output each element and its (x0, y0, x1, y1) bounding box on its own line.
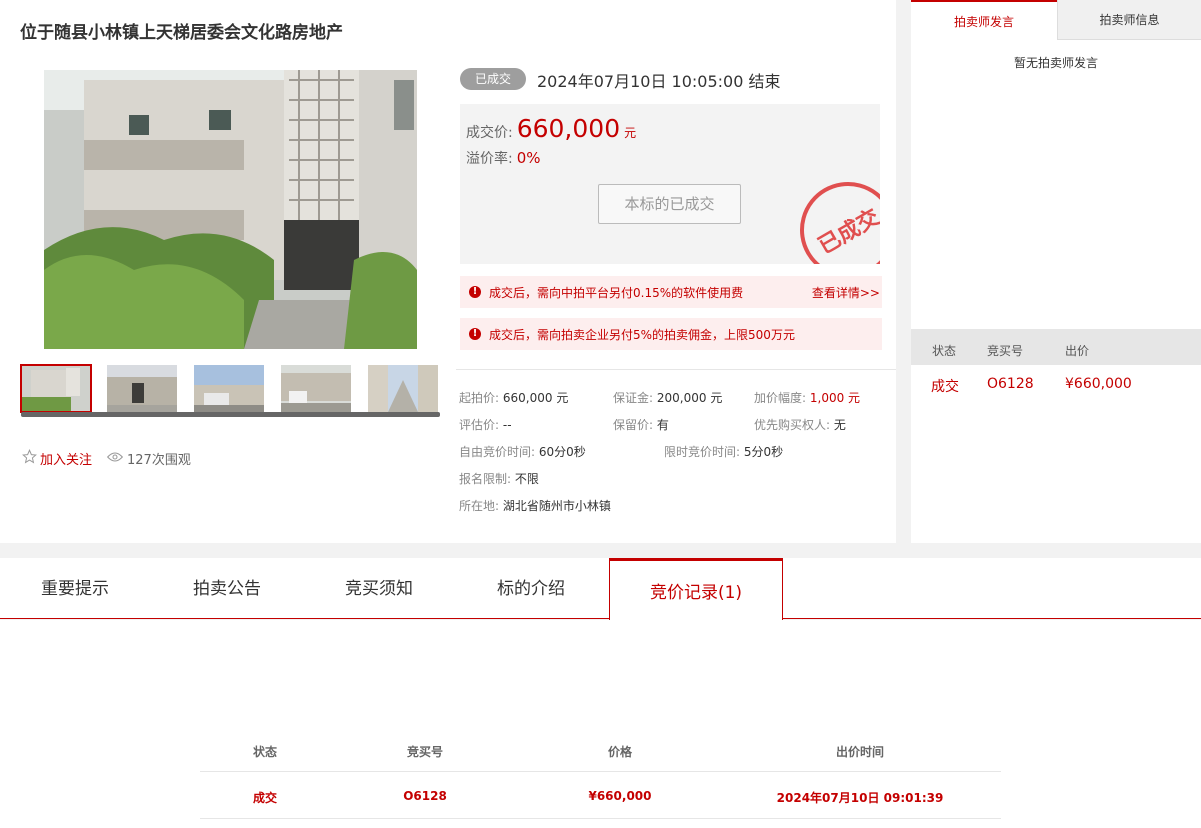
thumbnail-scrollbar[interactable] (21, 412, 440, 417)
detail-priority: 优先购买权人: 无 (754, 418, 846, 432)
side-header-status: 状态 (932, 344, 957, 358)
notice-commission: ! 成交后，需向拍卖企业另付5%的拍卖佣金，上限500万元 (460, 318, 882, 350)
thumbnail[interactable] (368, 365, 438, 412)
view-count-label: 127次围观 (127, 453, 191, 468)
thumbnail[interactable] (194, 365, 264, 412)
star-icon (22, 448, 37, 468)
detail-deposit: 保证金: 200,000 元 (613, 391, 723, 405)
bid-header-time: 出价时间 (835, 745, 884, 759)
detail-limit-time: 限时竞价时间: 5分0秒 (664, 445, 784, 459)
tab-bid-records[interactable]: 竞价记录(1) (609, 578, 783, 603)
premium-row: 溢价率: 0% (466, 148, 541, 168)
view-details-link[interactable]: 查看详情>> (812, 284, 880, 301)
tab-item-intro[interactable]: 标的介绍 (497, 574, 565, 599)
notice-text: 成交后，需向中拍平台另付0.15%的软件使用费 (489, 285, 744, 300)
detail-reserve: 保留价: 有 (613, 418, 669, 432)
no-speech-text: 暂无拍卖师发言 (1013, 56, 1098, 70)
main-photo[interactable] (44, 70, 417, 349)
thumbnail[interactable] (20, 364, 92, 413)
bid-row-bidder: O6128 (403, 789, 447, 803)
detail-signup: 报名限制: 不限 (459, 472, 539, 486)
bid-row-time: 2024年07月10日 09:01:39 (776, 791, 944, 805)
sold-stamp: 已成交 (782, 164, 880, 264)
thumbnail[interactable] (107, 365, 177, 412)
page-title: 位于随县小林镇上天梯居委会文化路房地产 (20, 23, 343, 43)
deal-price: 660,000 (516, 114, 621, 143)
tab-important-tips[interactable]: 重要提示 (41, 574, 109, 599)
end-time: 2024年07月10日 10:05:00 结束 (537, 72, 781, 91)
deal-price-label: 成交价: (466, 125, 513, 141)
tab-bidding-notice[interactable]: 竞买须知 (345, 574, 413, 599)
tab-auctioneer-speech[interactable]: 拍卖师发言 (911, 0, 1057, 40)
bid-row-status: 成交 (252, 791, 277, 805)
deal-done-button[interactable]: 本标的已成交 (598, 184, 741, 224)
sold-stamp-text: 已成交 (814, 204, 880, 260)
side-row-price: ¥660,000 (1065, 376, 1132, 392)
detail-increment: 加价幅度: 1,000 元 (754, 391, 861, 405)
bid-header-bidder: 竞买号 (406, 745, 443, 759)
thumbnail[interactable] (281, 365, 351, 412)
premium-rate: 0% (516, 149, 541, 167)
eye-icon (106, 451, 124, 467)
auctioneer-panel (911, 0, 1201, 543)
bid-header-price: 价格 (607, 745, 632, 759)
alert-icon: ! (469, 286, 481, 298)
side-header-bidder: 竞买号 (987, 344, 1024, 358)
premium-label: 溢价率: (466, 151, 513, 167)
detail-appraise: 评估价: -- (459, 418, 512, 432)
view-count: 127次围观 (106, 449, 191, 468)
deal-price-unit: 元 (624, 126, 637, 140)
detail-free-time: 自由竞价时间: 60分0秒 (459, 445, 586, 459)
side-row-bidder: O6128 (987, 376, 1034, 392)
follow-button[interactable]: 加入关注 (22, 448, 93, 468)
bid-header-status: 状态 (252, 745, 277, 759)
bid-row-divider (200, 818, 1001, 819)
divider (456, 369, 896, 370)
bid-row-price: ¥660,000 (588, 789, 652, 803)
deal-price-row: 成交价: 660,000 元 (466, 114, 636, 143)
follow-label: 加入关注 (40, 453, 93, 468)
notice-software-fee: ! 成交后，需向中拍平台另付0.15%的软件使用费 查看详情>> (460, 276, 882, 308)
price-box: 成交价: 660,000 元 溢价率: 0% 本标的已成交 已成交 (460, 104, 880, 264)
tab-auctioneer-info[interactable]: 拍卖师信息 (1057, 0, 1201, 40)
side-row-status: 成交 (931, 379, 959, 395)
tab-announcement[interactable]: 拍卖公告 (193, 574, 261, 599)
alert-icon: ! (469, 328, 481, 340)
detail-start-price: 起拍价: 660,000 元 (459, 391, 569, 405)
status-badge: 已成交 (460, 68, 526, 90)
detail-location: 所在地: 湖北省随州市小林镇 (459, 499, 611, 513)
notice-text: 成交后，需向拍卖企业另付5%的拍卖佣金，上限500万元 (489, 327, 795, 342)
bid-header-divider (200, 771, 1001, 772)
side-header-price: 出价 (1065, 344, 1090, 358)
detail-tabs-bar (0, 558, 1201, 619)
